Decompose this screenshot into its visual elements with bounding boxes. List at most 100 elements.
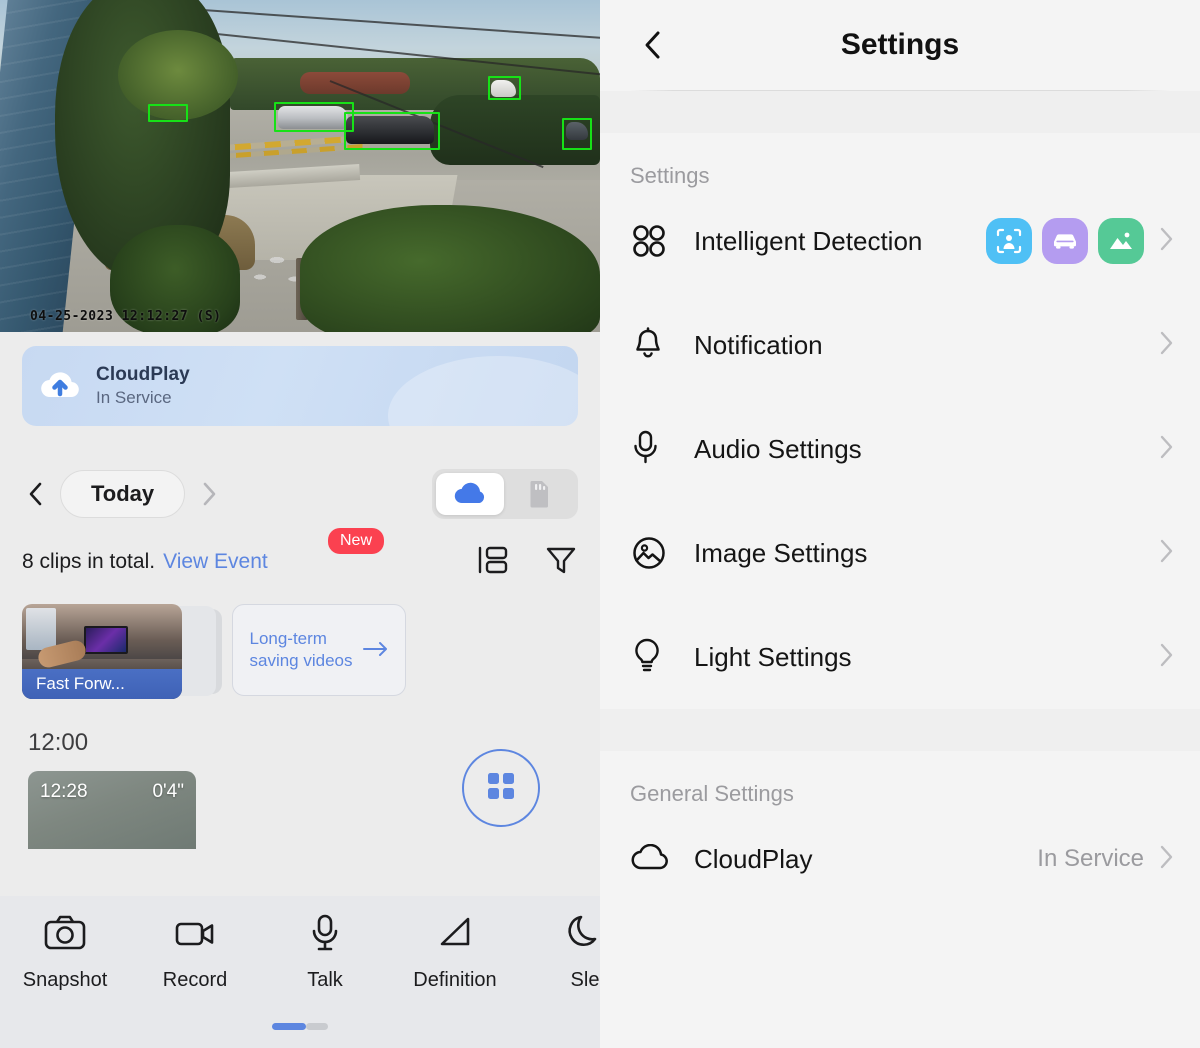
storage-source-toggle — [432, 469, 578, 519]
cloudplay-status-value: In Service — [1037, 845, 1144, 872]
date-today-pill[interactable]: Today — [60, 470, 186, 518]
record-label: Record — [162, 969, 228, 991]
detection-box — [148, 104, 188, 122]
section-spacer-2 — [600, 709, 1200, 751]
intelligent-detection-right — [986, 218, 1174, 264]
thumbnail-row: Fast Forw... Long-term saving videos — [22, 604, 578, 699]
cloudplay-banner-title: CloudPlay — [96, 364, 190, 385]
fast-forward-thumbnail[interactable]: Fast Forw... — [22, 604, 182, 699]
cloudplay-banner[interactable]: CloudPlay In Service — [22, 346, 578, 426]
snapshot-label: Snapshot — [22, 969, 108, 991]
sidebar-item-cloudplay[interactable]: CloudPlay In Service — [600, 807, 1200, 911]
long-term-line-2: saving videos — [249, 651, 353, 670]
sleep-button[interactable]: Sle — [520, 914, 600, 992]
video-camera-icon — [174, 914, 216, 957]
timeline-clip-time: 12:28 — [40, 781, 88, 802]
audio-settings-label: Audio Settings — [694, 433, 862, 464]
sidebar-item-intelligent-detection[interactable]: Intelligent Detection — [600, 189, 1200, 293]
chevron-right-icon — [1158, 538, 1174, 569]
chevron-right-icon — [1158, 642, 1174, 673]
page-title: Settings — [840, 28, 960, 61]
camera-tree-foreground — [300, 205, 600, 332]
clips-total-label: 8 clips in total. — [22, 550, 156, 573]
clips-summary-row: 8 clips in total. View Event New — [22, 528, 578, 582]
sleep-label: Sle — [570, 969, 600, 991]
page-dot-active — [272, 1023, 306, 1030]
view-event-link[interactable]: View Event — [163, 550, 268, 574]
cloudplay-banner-text: CloudPlay In Service — [96, 364, 190, 408]
camera-live-panel: 04-25-2023 12:12:27 (S) CloudPlay In Ser… — [0, 0, 600, 1048]
camera-icon — [44, 914, 86, 957]
camera-live-view[interactable]: 04-25-2023 12:12:27 (S) — [0, 0, 600, 332]
chevron-right-icon — [1158, 844, 1174, 875]
timeline-clip-meta: 12:28 0'4" — [40, 781, 184, 803]
page-indicator — [272, 1023, 328, 1030]
snapshot-button[interactable]: Snapshot — [0, 914, 130, 992]
settings-panel: Settings Settings Intelligent Detection — [600, 0, 1200, 1048]
long-term-line-1: Long-term — [249, 628, 327, 648]
microphone-icon — [304, 914, 346, 957]
detection-box — [274, 102, 354, 132]
settings-header: Settings — [600, 0, 1200, 90]
grid-icon — [486, 771, 516, 806]
image-settings-label: Image Settings — [694, 537, 868, 568]
long-term-saving-card[interactable]: Long-term saving videos — [232, 604, 406, 696]
sidebar-item-audio-settings[interactable]: Audio Settings — [600, 397, 1200, 501]
arrow-right-icon — [362, 637, 389, 663]
chevron-right-icon — [1158, 434, 1174, 465]
chevron-right-icon[interactable] — [195, 480, 223, 508]
chevron-left-icon[interactable] — [22, 480, 50, 508]
record-button[interactable]: Record — [130, 914, 260, 992]
light-settings-right — [1158, 642, 1174, 673]
clips-actions — [476, 543, 578, 582]
sidebar-item-image-settings[interactable]: Image Settings — [600, 501, 1200, 605]
cloud-icon — [630, 844, 676, 874]
detection-box — [562, 118, 592, 150]
detection-box — [344, 112, 440, 150]
light-settings-label: Light Settings — [694, 641, 852, 672]
microphone-icon — [630, 429, 676, 469]
camera-timestamp: 04-25-2023 12:12:27 (S) — [30, 309, 222, 324]
general-settings-list: CloudPlay In Service — [600, 807, 1200, 911]
list-layout-icon[interactable] — [476, 543, 510, 582]
notification-right — [1158, 330, 1174, 361]
talk-button[interactable]: Talk — [260, 914, 390, 992]
page-dot-inactive — [306, 1023, 328, 1030]
sd-card-icon — [530, 481, 548, 508]
thumbnail-monitor — [84, 626, 128, 654]
definition-button[interactable]: Definition — [390, 914, 520, 992]
grid-view-button[interactable] — [462, 749, 540, 827]
moon-icon — [564, 914, 600, 957]
talk-label: Talk — [307, 969, 343, 991]
cloud-upload-icon — [38, 364, 82, 408]
timeline-clip-duration: 0'4" — [152, 781, 184, 802]
timeline-clip-card[interactable]: 12:28 0'4" — [28, 771, 196, 849]
chevron-right-icon — [1158, 330, 1174, 361]
back-button[interactable] — [636, 28, 670, 62]
date-navigation: Today — [22, 468, 578, 520]
source-sdcard-option[interactable] — [506, 473, 574, 515]
chevron-left-icon — [645, 31, 660, 59]
new-badge: New — [328, 528, 385, 554]
detection-box — [488, 76, 521, 100]
cloudplay-right: In Service — [1037, 844, 1174, 875]
section-label-general: General Settings — [630, 781, 794, 806]
intelligent-detection-label: Intelligent Detection — [694, 225, 923, 256]
vehicle-detection-badge[interactable] — [1042, 218, 1088, 264]
detection-type-badges — [986, 218, 1144, 264]
bell-icon — [630, 326, 676, 364]
filter-icon[interactable] — [544, 543, 578, 582]
sidebar-item-notification[interactable]: Notification — [600, 293, 1200, 397]
cloudplay-label: CloudPlay — [694, 843, 813, 874]
section-label-settings: Settings — [630, 163, 710, 188]
long-term-saving-text: Long-term saving videos — [249, 628, 352, 672]
sidebar-item-light-settings[interactable]: Light Settings — [600, 605, 1200, 709]
settings-list: Intelligent Detection Notification Audio… — [600, 189, 1200, 709]
definition-icon — [434, 914, 476, 957]
motion-detection-badge[interactable] — [1098, 218, 1144, 264]
source-cloud-option[interactable] — [436, 473, 504, 515]
image-icon — [630, 534, 676, 572]
fast-forward-card-stack[interactable]: Fast Forw... — [22, 604, 222, 699]
thumbnail-window — [26, 608, 56, 650]
person-detection-badge[interactable] — [986, 218, 1032, 264]
